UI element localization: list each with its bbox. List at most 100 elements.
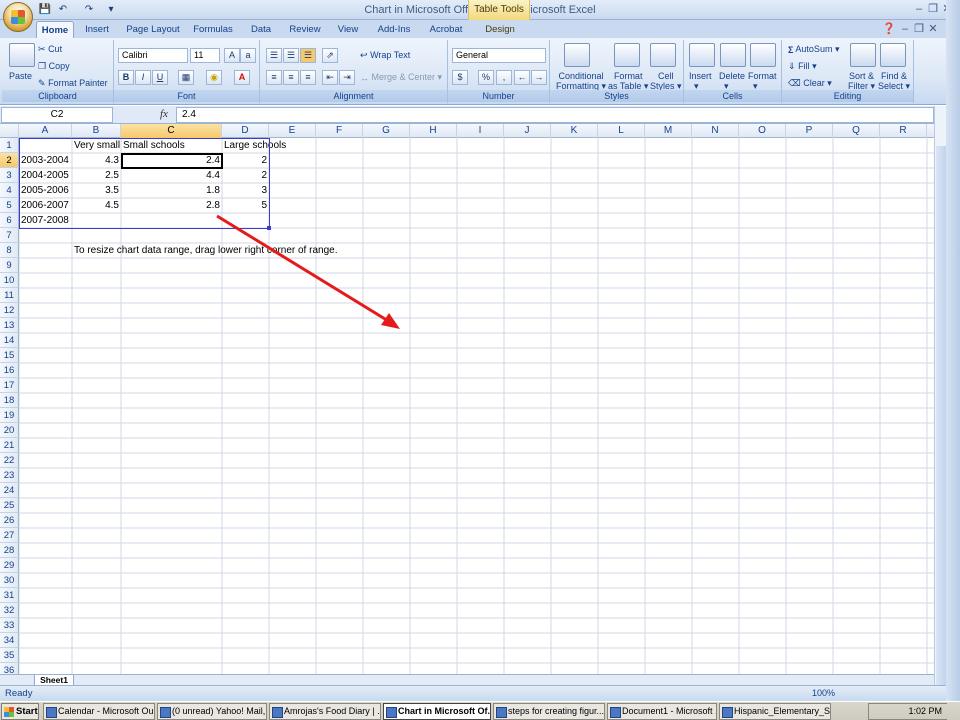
taskbar-item-chart[interactable]: Chart in Microsoft Of... (383, 703, 491, 720)
tab-design[interactable]: Design (480, 21, 520, 38)
windows-taskbar: Start Calendar - Microsoft Ou... (0 unre… (0, 701, 960, 720)
vertical-scrollbar[interactable] (934, 106, 946, 686)
paste-button[interactable]: Paste (9, 71, 32, 81)
decrease-decimal-icon[interactable]: → (531, 70, 547, 85)
orientation-icon[interactable]: ⇗ (322, 48, 338, 63)
conditional-formatting-button[interactable]: Conditional Formatting ▾ (556, 71, 606, 91)
font-color-icon[interactable]: A (234, 70, 250, 85)
align-right-icon[interactable]: ≡ (300, 70, 316, 85)
red-arrow-head (381, 313, 400, 329)
font-size-select[interactable]: 11 (190, 48, 220, 63)
tab-acrobat[interactable]: Acrobat (424, 21, 468, 38)
tab-review[interactable]: Review (284, 21, 326, 38)
help-icon[interactable]: ❓ (882, 22, 896, 36)
taskbar-item-hispanic[interactable]: Hispanic_Elementary_S... (719, 703, 831, 720)
fill-button[interactable]: ⇓ Fill ▾ (788, 61, 817, 72)
eraser-icon: ⌫ (788, 78, 801, 89)
sigma-icon: Σ (788, 44, 794, 55)
underline-button[interactable]: U (152, 70, 168, 85)
increase-decimal-icon[interactable]: ← (514, 70, 530, 85)
taskbar-item-steps[interactable]: steps for creating figur... (493, 703, 605, 720)
chart-data-range-border[interactable] (19, 138, 270, 229)
wrap-text-button[interactable]: ↩ Wrap Text (360, 50, 410, 61)
merge-center-button[interactable]: ↔ Merge & Center ▾ (360, 72, 442, 83)
shrink-font-icon[interactable]: a (240, 48, 256, 63)
taskbar-item-document1[interactable]: Document1 - Microsoft ... (607, 703, 717, 720)
autosum-button[interactable]: Σ AutoSum ▾ (788, 44, 839, 55)
office-button[interactable] (3, 2, 33, 32)
sort-filter-icon[interactable] (850, 43, 876, 67)
align-center-icon[interactable]: ≡ (283, 70, 299, 85)
cut-button[interactable]: ✂ Cut (38, 44, 62, 55)
delete-cells-icon[interactable] (720, 43, 746, 67)
increase-indent-icon[interactable]: ⇥ (339, 70, 355, 85)
align-left-icon[interactable]: ≡ (266, 70, 282, 85)
zoom-level[interactable]: 100% (812, 688, 835, 698)
alignment-group: ☰ ☰ ☰ ⇗ ≡ ≡ ≡ ⇤ ⇥ ↩ Wrap Text ↔ Merge & … (260, 40, 448, 103)
tab-data[interactable]: Data (244, 21, 278, 38)
format-cells-icon[interactable] (750, 43, 776, 67)
decrease-indent-icon[interactable]: ⇤ (322, 70, 338, 85)
clear-button[interactable]: ⌫ Clear ▾ (788, 78, 832, 89)
taskbar-item-food-diary[interactable]: Amrojas's Food Diary | ... (269, 703, 381, 720)
ribbon-close-icon[interactable]: ✕ (926, 22, 940, 36)
copy-button[interactable]: ❐ Copy (38, 61, 70, 72)
format-painter-label: Format Painter (48, 78, 108, 88)
fill-color-icon[interactable]: ◉ (206, 70, 222, 85)
ribbon-tabs: Home Insert Page Layout Formulas Data Re… (0, 20, 960, 38)
scroll-thumb[interactable] (936, 146, 946, 686)
start-button[interactable]: Start (1, 703, 39, 720)
percent-button[interactable]: % (478, 70, 494, 85)
format-as-table-button[interactable]: Format as Table ▾ (608, 71, 648, 91)
tab-home[interactable]: Home (36, 21, 74, 38)
find-select-button[interactable]: Find & Select ▾ (878, 71, 910, 91)
insert-cells-button[interactable]: Insert ▾ (689, 71, 712, 92)
ribbon-restore-icon[interactable]: ❐ (912, 22, 926, 36)
taskbar-item-calendar[interactable]: Calendar - Microsoft Ou... (43, 703, 155, 720)
tab-page-layout[interactable]: Page Layout (124, 21, 182, 38)
tab-add-ins[interactable]: Add-Ins (372, 21, 416, 38)
find-select-icon[interactable] (880, 43, 906, 67)
paste-icon[interactable] (9, 43, 35, 67)
table-tools-context-tab: Table Tools (468, 0, 530, 20)
name-box[interactable]: C2 (1, 107, 113, 123)
cell-styles-button[interactable]: Cell Styles ▾ (650, 71, 682, 91)
editing-label: Editing (782, 90, 913, 102)
minimize-icon[interactable]: – (912, 2, 926, 16)
font-name-select[interactable]: Calibri (118, 48, 188, 63)
bold-button[interactable]: B (118, 70, 134, 85)
tab-insert[interactable]: Insert (78, 21, 116, 38)
format-painter-button[interactable]: ✎ Format Painter (38, 78, 108, 89)
range-resize-handle[interactable] (267, 226, 271, 230)
cells-label: Cells (684, 90, 781, 102)
ribbon-minimize-icon[interactable]: – (898, 22, 912, 36)
status-bar: Ready 100% (0, 685, 946, 701)
comma-button[interactable]: , (496, 70, 512, 85)
insert-cells-icon[interactable] (689, 43, 715, 67)
worksheet-grid[interactable]: ABCDEFGHIJKLMNOPQR 1 2 3 4 5 6 7 8 9 10 11 12 13 14 15… (0, 124, 934, 674)
format-as-table-icon[interactable] (614, 43, 640, 67)
conditional-formatting-icon[interactable] (564, 43, 590, 67)
formula-bar: C2 fx 2.4 (0, 106, 960, 124)
currency-button[interactable]: $ (452, 70, 468, 85)
tab-formulas[interactable]: Formulas (190, 21, 236, 38)
grow-font-icon[interactable]: A (224, 48, 240, 63)
cell-styles-icon[interactable] (650, 43, 676, 67)
number-format-select[interactable]: General (452, 48, 546, 63)
align-middle-icon[interactable]: ☰ (283, 48, 299, 63)
editing-group: Σ AutoSum ▾ ⇓ Fill ▾ ⌫ Clear ▾ Sort & Fil… (782, 40, 914, 103)
tab-view[interactable]: View (332, 21, 364, 38)
formula-input[interactable]: 2.4 (176, 107, 934, 123)
restore-icon[interactable]: ❐ (926, 2, 940, 16)
excel-window: 💾 ↶ ↷ ▾ Chart in Microsoft Office Word -… (0, 0, 960, 720)
format-cells-button[interactable]: Format ▾ (748, 71, 777, 92)
taskbar-item-yahoo[interactable]: (0 unread) Yahoo! Mail,... (157, 703, 267, 720)
sort-filter-button[interactable]: Sort & Filter ▾ (848, 71, 875, 91)
insert-function-icon[interactable]: fx (160, 108, 168, 120)
delete-cells-button[interactable]: Delete ▾ (719, 71, 745, 92)
align-top-icon[interactable]: ☰ (266, 48, 282, 63)
italic-button[interactable]: I (135, 70, 151, 85)
align-bottom-icon[interactable]: ☰ (300, 48, 316, 63)
clipboard-group: Paste ✂ Cut ❐ Copy ✎ Format Painter Clip… (2, 40, 114, 103)
borders-icon[interactable]: ▦ (178, 70, 194, 85)
